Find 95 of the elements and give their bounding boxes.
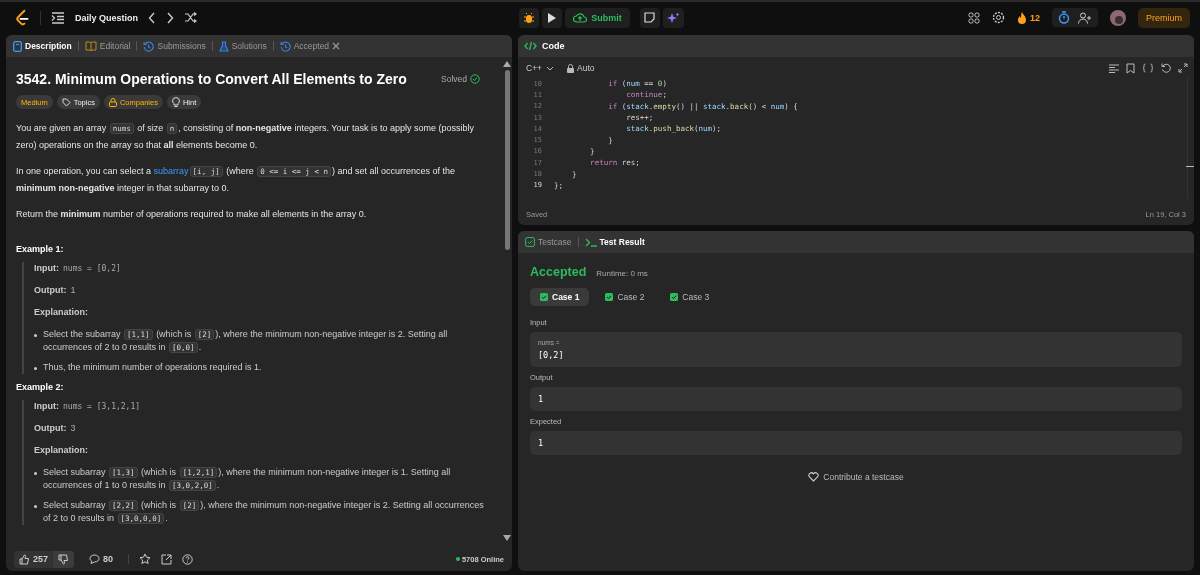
contribute-button[interactable]: Contribute a testcase [802, 471, 910, 483]
example-heading: Example 2: [16, 382, 65, 392]
input-value: nums = [0,2] [63, 263, 121, 275]
tab[interactable]: Submissions [142, 40, 207, 52]
add-user-icon[interactable] [1078, 11, 1092, 24]
submit-button[interactable]: Submit [565, 7, 630, 28]
value-box: 1 [530, 431, 1182, 455]
mode-label: Auto [577, 63, 595, 73]
comments-button[interactable]: 80 [84, 551, 119, 567]
star-icon[interactable] [139, 553, 152, 565]
runtime: Runtime: 0 ms [596, 269, 648, 278]
lock-icon [108, 97, 117, 107]
bug-icon [523, 11, 536, 24]
tab[interactable]: Accepted [278, 40, 342, 52]
list-icon[interactable] [51, 11, 65, 24]
problem-title: 3542. Minimum Operations to Convert All Elements to Zero [16, 71, 407, 87]
verdict: Accepted [530, 265, 587, 279]
grid-icon[interactable] [967, 11, 980, 24]
logo-icon[interactable] [14, 8, 30, 27]
history-icon [279, 40, 291, 52]
online-dot [455, 557, 460, 561]
explanation-item: Thus, the minimum number of operations required is 1. [43, 361, 262, 374]
solved-status: Solved [441, 74, 490, 84]
cloud-upload-icon [573, 12, 588, 23]
settings-icon[interactable] [991, 11, 1005, 24]
debug-button[interactable] [519, 7, 540, 28]
flame-icon [1016, 11, 1027, 24]
dislike-button[interactable] [53, 550, 75, 568]
streak-counter[interactable]: 12 [1016, 11, 1040, 24]
subarray-link[interactable]: subarray [153, 166, 189, 176]
chevron-down-icon [546, 65, 555, 71]
check-icon [670, 293, 679, 301]
avatar[interactable] [1110, 9, 1126, 26]
premium-button[interactable]: Premium [1138, 7, 1190, 28]
input-value: nums = [3,1,2,1] [63, 401, 141, 413]
code-icon [524, 41, 537, 51]
input-label: Input: [34, 400, 59, 413]
output-value: 3 [70, 422, 76, 435]
panel-title: Code [542, 41, 565, 51]
tab[interactable]: Description [12, 40, 73, 52]
play-icon [547, 11, 558, 24]
braces-icon[interactable] [1142, 63, 1154, 73]
daily-question-title[interactable]: Daily Question [75, 12, 138, 23]
bulb-icon [171, 97, 180, 107]
check-circle-icon [470, 74, 480, 84]
format-icon[interactable] [1109, 63, 1119, 73]
close-icon[interactable] [332, 42, 341, 50]
case-tab[interactable]: Case 2 [595, 288, 655, 306]
example-heading: Example 1: [16, 244, 65, 254]
output-value: 1 [70, 284, 76, 297]
language-select[interactable]: C++ [526, 63, 555, 73]
explanation-label: Explanation: [34, 444, 88, 457]
value-box: 1 [530, 387, 1182, 411]
tag-icon [61, 97, 71, 107]
bookmark-icon[interactable] [1126, 62, 1135, 74]
tab[interactable]: Editorial [83, 41, 132, 51]
case-tab[interactable]: Case 3 [660, 288, 720, 306]
lock-icon [567, 63, 575, 73]
scroll-down-icon[interactable] [503, 535, 511, 541]
input-label: Input: [34, 262, 59, 275]
history-icon [143, 40, 155, 52]
note-icon [644, 12, 656, 23]
share-icon[interactable] [161, 553, 173, 565]
previous-icon[interactable] [148, 11, 156, 24]
terminal-icon [584, 237, 597, 247]
run-button[interactable] [542, 7, 563, 28]
comment-icon [89, 554, 101, 564]
note-button[interactable] [639, 7, 660, 28]
tab[interactable]: Solutions [217, 40, 268, 52]
checkbox-icon [525, 237, 535, 247]
expand-icon[interactable] [1178, 63, 1188, 73]
help-icon[interactable] [182, 553, 194, 565]
description-paragraph: Return the minimum number of operations required to make all elements in the array 0. [16, 208, 368, 221]
document-icon [13, 40, 22, 52]
reset-icon[interactable] [1161, 63, 1171, 73]
tab[interactable]: Testcase [524, 237, 573, 247]
scrollbar-thumb[interactable] [504, 70, 510, 250]
sparkle-icon [666, 11, 680, 24]
case-tab[interactable]: Case 1 [530, 288, 590, 306]
tab[interactable]: Test Result [583, 237, 646, 247]
book-icon [84, 41, 97, 51]
check-icon [540, 293, 548, 301]
timer-icon[interactable] [1058, 11, 1070, 24]
explanation-label: Explanation: [34, 306, 88, 319]
heart-icon [808, 472, 820, 482]
flask-icon [218, 40, 229, 52]
sparkle-button[interactable] [662, 7, 684, 28]
thumbs-up-icon [19, 553, 30, 565]
shuffle-icon[interactable] [184, 12, 197, 23]
check-icon [605, 293, 614, 301]
thumbs-down-icon [58, 553, 70, 565]
scroll-up-icon[interactable] [503, 61, 511, 67]
output-label: Output: [34, 422, 67, 435]
next-icon[interactable] [166, 11, 174, 24]
output-label: Output: [34, 284, 67, 297]
